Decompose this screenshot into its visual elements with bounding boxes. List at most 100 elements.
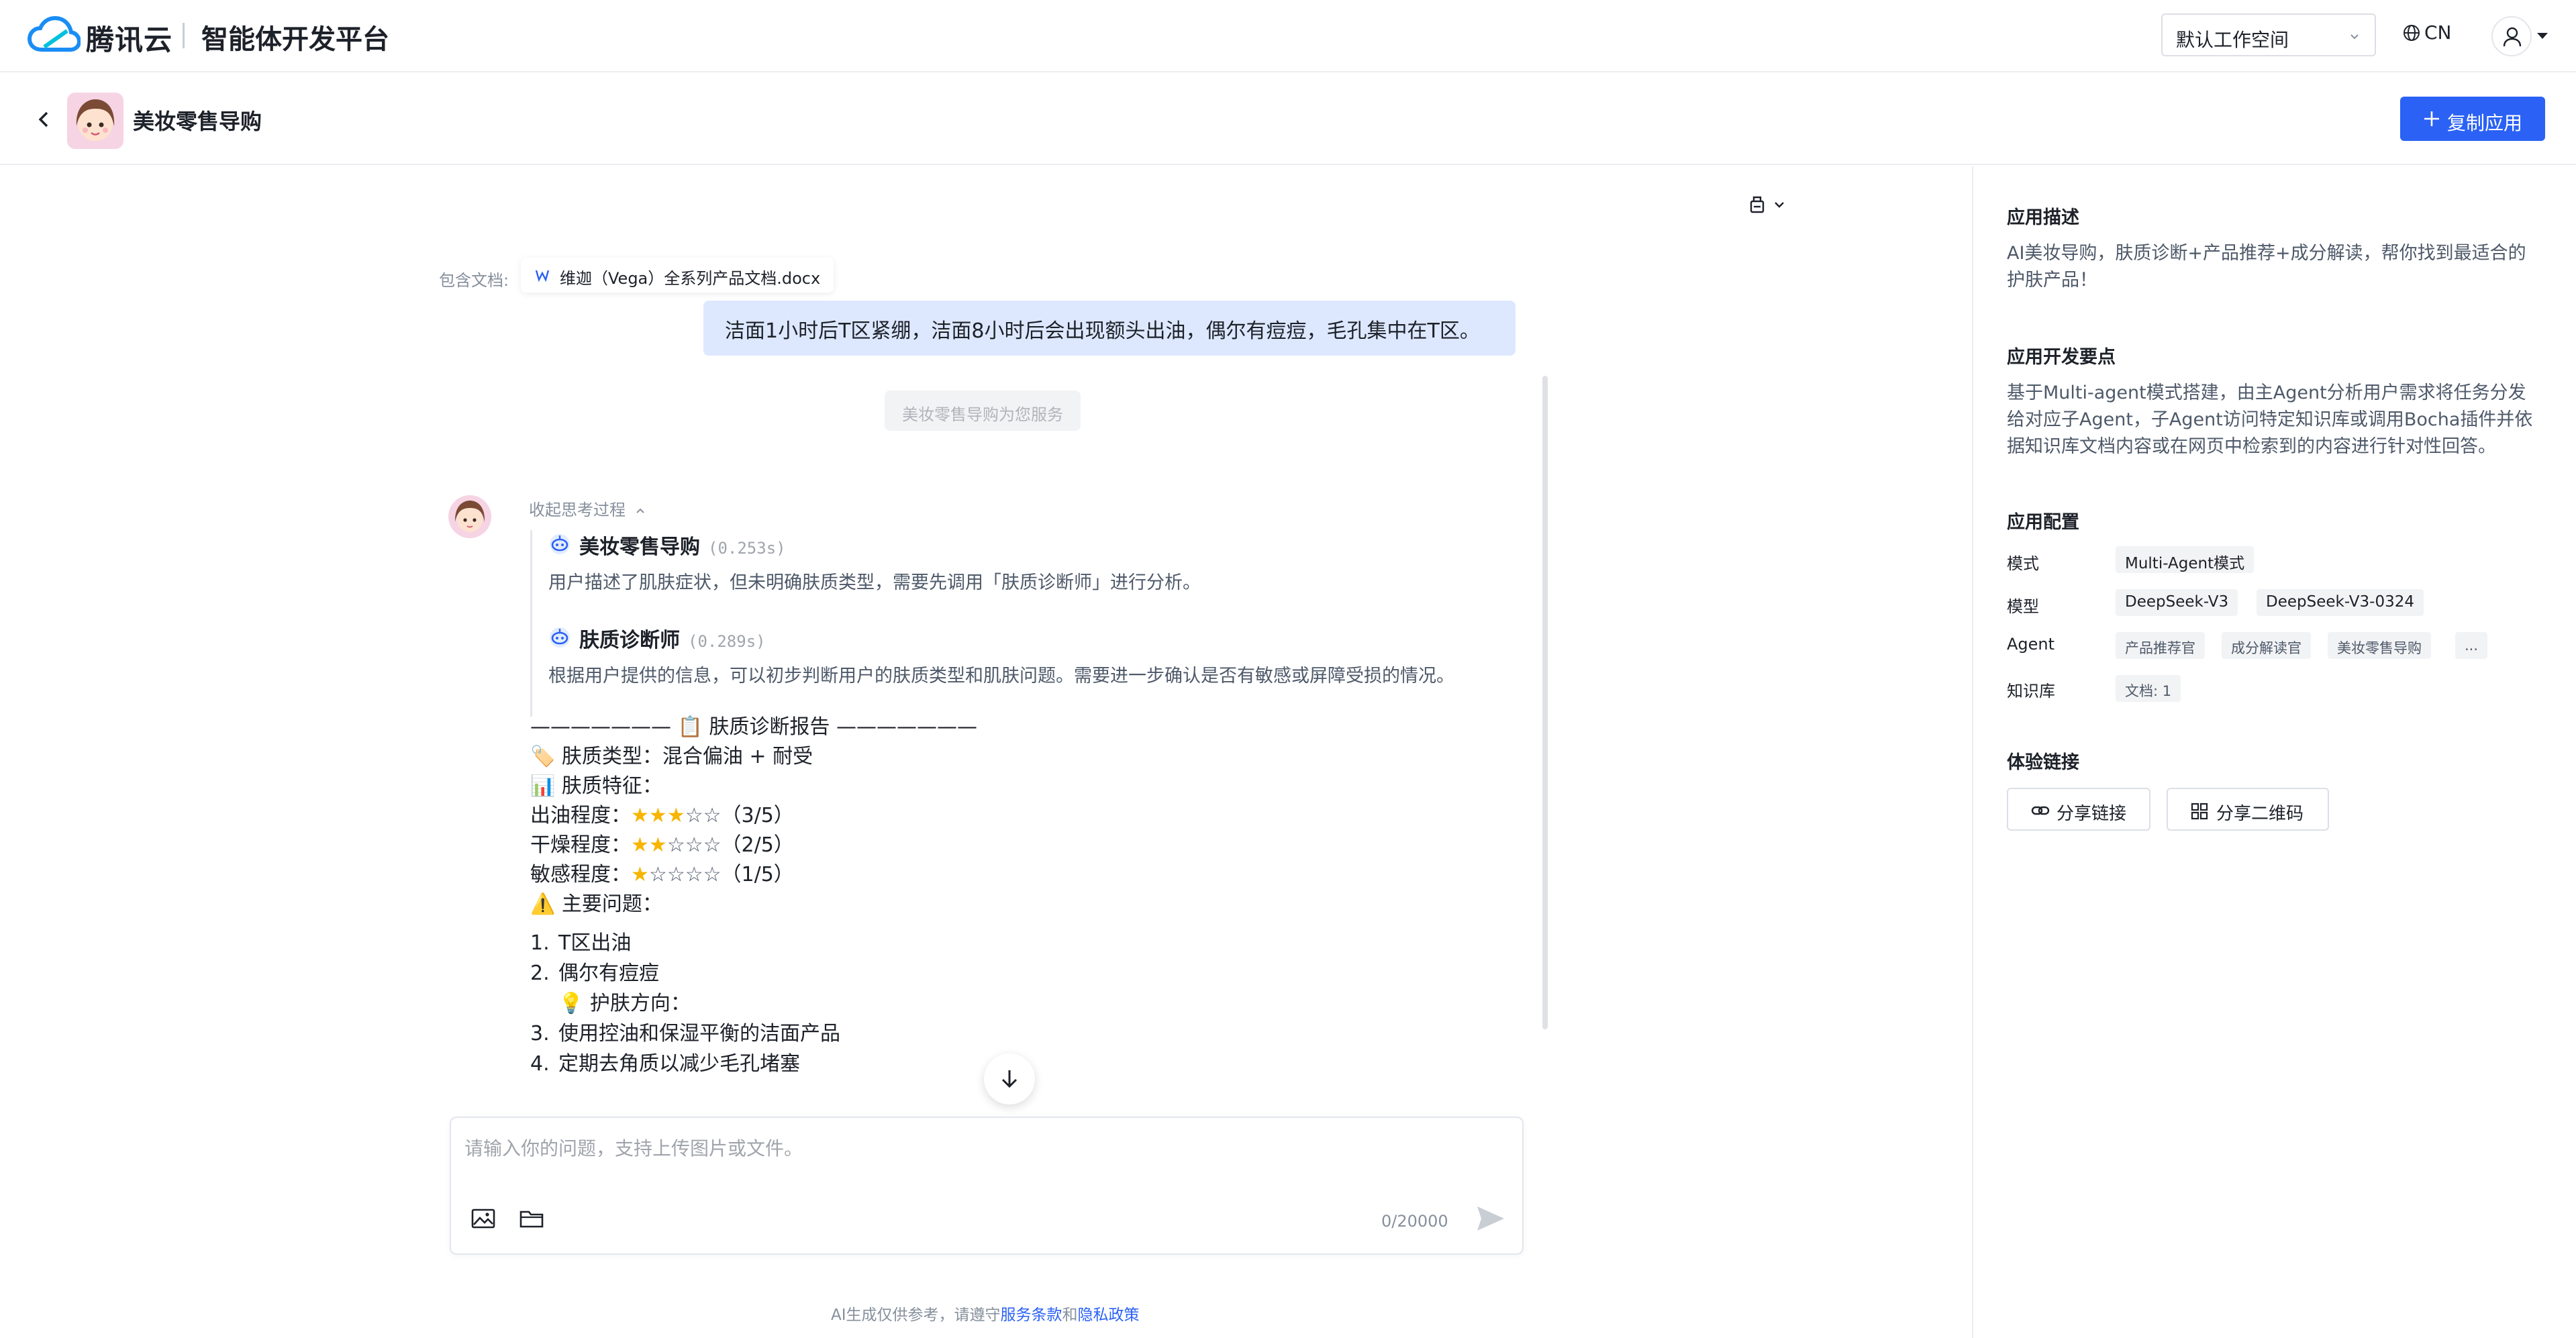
copy-app-label: 复制应用 bbox=[2447, 112, 2523, 134]
star-empty-icon: ☆ bbox=[703, 804, 722, 827]
chat-scrollbar[interactable] bbox=[1542, 376, 1548, 1029]
user-message-text: 洁面1小时后T区紧绷，洁面8小时后会出现额头出油，偶尔有痘痘，毛孔集中在T区。 bbox=[725, 319, 1480, 343]
privacy-link[interactable]: 隐私政策 bbox=[1078, 1306, 1140, 1324]
tip-text: 💡 护肤方向： bbox=[558, 992, 691, 1015]
chevron-up-icon bbox=[636, 508, 644, 513]
brand-divider bbox=[183, 23, 185, 48]
star-empty-icon: ☆ bbox=[648, 863, 667, 886]
scroll-to-bottom-button[interactable] bbox=[984, 1053, 1035, 1104]
list-item: 1. T区出油 bbox=[530, 929, 977, 959]
report-oil-row: 出油程度：★★★☆☆（3/5） bbox=[530, 801, 977, 831]
model-tag: DeepSeek-V3-0324 bbox=[2257, 589, 2424, 616]
user-message-bubble: 洁面1小时后T区紧绷，洁面8小时后会出现额头出油，偶尔有痘痘，毛孔集中在T区。 bbox=[703, 301, 1516, 356]
report-issues-label: ⚠️ 主要问题： bbox=[530, 892, 662, 916]
app-avatar-image bbox=[67, 93, 123, 149]
robot-icon bbox=[550, 534, 570, 554]
top-nav: 腾讯云 智能体开发平台 默认工作空间 CN bbox=[0, 0, 2576, 72]
report-skin-type: 🏷️ 肤质类型：混合偏油 + 耐受 bbox=[530, 745, 813, 768]
dry-label: 干燥程度： bbox=[530, 833, 631, 857]
model-tag: DeepSeek-V3 bbox=[2116, 589, 2238, 616]
dev-title: 应用开发要点 bbox=[2007, 347, 2116, 368]
star-empty-icon: ☆ bbox=[666, 833, 685, 857]
star-empty-icon: ☆ bbox=[685, 833, 703, 857]
thinking-agent-text: 根据用户提供的信息，可以初步判断用户的肤质类型和肌肤问题。需要进一步确认是否有敏… bbox=[548, 666, 1454, 686]
user-avatar-button[interactable] bbox=[2491, 16, 2532, 56]
thinking-agent-text: 用户描述了肌肤症状，但未明确肤质类型，需要先调用「肤质诊断师」进行分析。 bbox=[548, 572, 1201, 593]
arrow-down-icon bbox=[1001, 1070, 1018, 1088]
list-item: 2. 偶尔有痘痘 bbox=[530, 959, 977, 989]
list-text: 定期去角质以减少毛孔堵塞 bbox=[558, 1052, 800, 1076]
dry-score: （2/5） bbox=[721, 833, 794, 857]
star-empty-icon: ☆ bbox=[666, 863, 685, 886]
oil-label: 出油程度： bbox=[530, 804, 631, 827]
folder-upload-icon[interactable] bbox=[519, 1208, 544, 1229]
brand-name: 腾讯云 bbox=[86, 23, 173, 56]
mode-label: 模式 bbox=[2007, 554, 2039, 573]
share-qr-label: 分享二维码 bbox=[2216, 804, 2304, 824]
platform-name: 智能体开发平台 bbox=[201, 24, 389, 55]
tool-select-icon[interactable] bbox=[1748, 193, 1767, 215]
share-link-button[interactable]: 分享链接 bbox=[2007, 788, 2150, 831]
app-header: 美妆零售导购 复制应用 bbox=[0, 74, 2576, 165]
list-number: 3. bbox=[530, 1022, 550, 1045]
workspace-select[interactable]: 默认工作空间 bbox=[2161, 13, 2376, 56]
list-item: 3. 使用控油和保湿平衡的洁面产品 bbox=[530, 1019, 977, 1049]
disclaimer-text: AI生成仅供参考，请遵守 bbox=[831, 1306, 1001, 1324]
list-text: T区出油 bbox=[558, 931, 632, 955]
copy-app-button[interactable]: 复制应用 bbox=[2400, 97, 2545, 141]
word-doc-icon bbox=[535, 270, 550, 282]
star-empty-icon: ☆ bbox=[685, 863, 703, 886]
language-switch[interactable]: CN bbox=[2403, 21, 2452, 44]
chat-input[interactable] bbox=[464, 1133, 1498, 1164]
list-number: 1. bbox=[530, 931, 550, 955]
terms-link[interactable]: 服务条款 bbox=[1001, 1306, 1062, 1324]
doc-chip[interactable]: 维迦（Vega）全系列产品文档.docx bbox=[521, 258, 834, 293]
report-dry-row: 干燥程度：★★☆☆☆（2/5） bbox=[530, 831, 977, 860]
send-icon[interactable] bbox=[1475, 1204, 1506, 1233]
desc-text: AI美妆导购，肤质诊断+产品推荐+成分解读，帮你找到最适合的护肤产品！ bbox=[2007, 243, 2526, 291]
included-docs-label: 包含文档: bbox=[439, 271, 509, 290]
disclaimer: AI生成仅供参考，请遵守服务条款和隐私政策 bbox=[831, 1302, 1140, 1325]
star-filled-icon: ★ bbox=[648, 833, 667, 857]
bot-avatar-image bbox=[448, 495, 491, 538]
image-upload-icon[interactable] bbox=[471, 1208, 495, 1229]
report-tip-label: 💡 护肤方向： bbox=[530, 989, 977, 1019]
share-qr-button[interactable]: 分享二维码 bbox=[2167, 788, 2329, 831]
star-filled-icon: ★ bbox=[666, 804, 685, 827]
report-features-label: 📊 肤质特征： bbox=[530, 774, 662, 798]
thinking-agent-time: (0.253s) bbox=[708, 539, 786, 558]
star-filled-icon: ★ bbox=[631, 833, 649, 857]
sensitive-score: （1/5） bbox=[721, 863, 794, 886]
list-text: 偶尔有痘痘 bbox=[558, 962, 659, 985]
agent-tag: 产品推荐官 bbox=[2116, 632, 2205, 659]
globe-icon bbox=[2404, 25, 2420, 41]
chevron-down-icon[interactable] bbox=[1773, 200, 1785, 209]
thinking-agent-header: 美妆零售导购 (0.253s) bbox=[548, 530, 1470, 561]
back-arrow-icon[interactable] bbox=[34, 109, 55, 130]
collapse-thinking-toggle[interactable]: 收起思考过程 bbox=[529, 497, 646, 520]
kb-label: 知识库 bbox=[2007, 682, 2055, 701]
qr-code-icon bbox=[2191, 803, 2208, 820]
plus-icon bbox=[2424, 111, 2439, 126]
chat-input-box: 0/20000 bbox=[450, 1117, 1524, 1255]
model-label: 模型 bbox=[2007, 597, 2039, 616]
list-item: 4. 定期去角质以减少毛孔堵塞 bbox=[530, 1049, 977, 1080]
agent-tag: 美妆零售导购 bbox=[2328, 632, 2431, 659]
workspace-value: 默认工作空间 bbox=[2176, 29, 2289, 51]
report-sensitive-row: 敏感程度：★☆☆☆☆（1/5） bbox=[530, 860, 977, 890]
star-empty-icon: ☆ bbox=[703, 863, 722, 886]
thinking-agent-time: (0.289s) bbox=[688, 632, 766, 651]
list-text: 使用控油和保湿平衡的洁面产品 bbox=[558, 1022, 840, 1045]
doc-name: 维迦（Vega）全系列产品文档.docx bbox=[560, 269, 821, 288]
desc-title: 应用描述 bbox=[2007, 207, 2079, 228]
sensitive-stars: ★☆☆☆☆ bbox=[631, 863, 722, 886]
report-title: ——————— 📋 肤质诊断报告 ——————— bbox=[530, 715, 977, 739]
star-filled-icon: ★ bbox=[631, 863, 649, 886]
caret-down-icon[interactable] bbox=[2536, 32, 2549, 40]
star-filled-icon: ★ bbox=[631, 804, 649, 827]
link-icon bbox=[2031, 806, 2050, 815]
tencent-cloud-logo-icon[interactable] bbox=[27, 16, 81, 55]
agent-more-tag[interactable]: ... bbox=[2455, 632, 2488, 659]
thinking-agent-name: 肤质诊断师 bbox=[579, 629, 680, 652]
dry-stars: ★★☆☆☆ bbox=[631, 833, 722, 857]
